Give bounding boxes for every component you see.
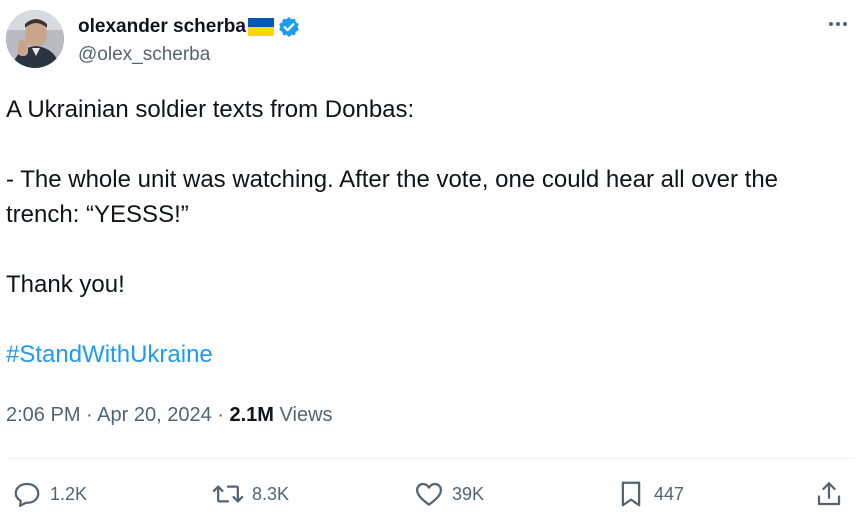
- tweet-date[interactable]: Apr 20, 2024: [97, 404, 212, 426]
- tweet-header: olexander scherba @olex_scherba: [6, 10, 858, 72]
- tweet-text: A Ukrainian soldier texts from Donbas: -…: [6, 92, 856, 372]
- reply-button[interactable]: 1.2K: [12, 474, 87, 514]
- retweet-button[interactable]: 8.3K: [212, 474, 289, 514]
- tweet-line-2: - The whole unit was watching. After the…: [6, 166, 779, 228]
- share-icon: [817, 482, 841, 506]
- verified-badge-icon[interactable]: [278, 16, 300, 38]
- more-options-button[interactable]: [824, 12, 852, 36]
- bookmark-button[interactable]: 447: [616, 474, 684, 514]
- bookmark-icon: [621, 481, 641, 507]
- meta-separator: ·: [86, 404, 93, 426]
- more-dots-icon: [829, 22, 847, 26]
- meta-separator-2: ·: [217, 404, 224, 426]
- divider: [6, 458, 854, 459]
- display-name-row: olexander scherba: [78, 14, 300, 40]
- views-count: 2.1M: [229, 404, 274, 426]
- retweet-icon: [212, 485, 244, 503]
- display-name[interactable]: olexander scherba: [78, 16, 246, 38]
- ukraine-flag-icon: [247, 18, 274, 36]
- author-names: olexander scherba @olex_scherba: [78, 14, 300, 66]
- bookmark-count: 447: [654, 483, 685, 504]
- reply-count: 1.2K: [50, 483, 88, 504]
- like-button[interactable]: 39K: [414, 474, 484, 514]
- tweet-actions: 1.2K 8.3K 39K 447: [6, 474, 858, 514]
- tweet-line-1: A Ukrainian soldier texts from Donbas:: [6, 96, 415, 123]
- reply-icon: [14, 482, 40, 507]
- retweet-count: 8.3K: [252, 483, 290, 504]
- like-count: 39K: [452, 483, 485, 504]
- share-button[interactable]: [814, 474, 844, 514]
- heart-icon: [416, 482, 442, 506]
- tweet-line-3: Thank you!: [6, 271, 125, 298]
- hashtag-link[interactable]: #StandWithUkraine: [6, 341, 213, 368]
- avatar[interactable]: [6, 10, 64, 68]
- tweet-meta: 2:06 PM · Apr 20, 2024 · 2.1M Views: [6, 404, 333, 427]
- author-handle[interactable]: @olex_scherba: [78, 44, 300, 66]
- views-label: Views: [279, 404, 333, 426]
- tweet-time[interactable]: 2:06 PM: [6, 404, 80, 426]
